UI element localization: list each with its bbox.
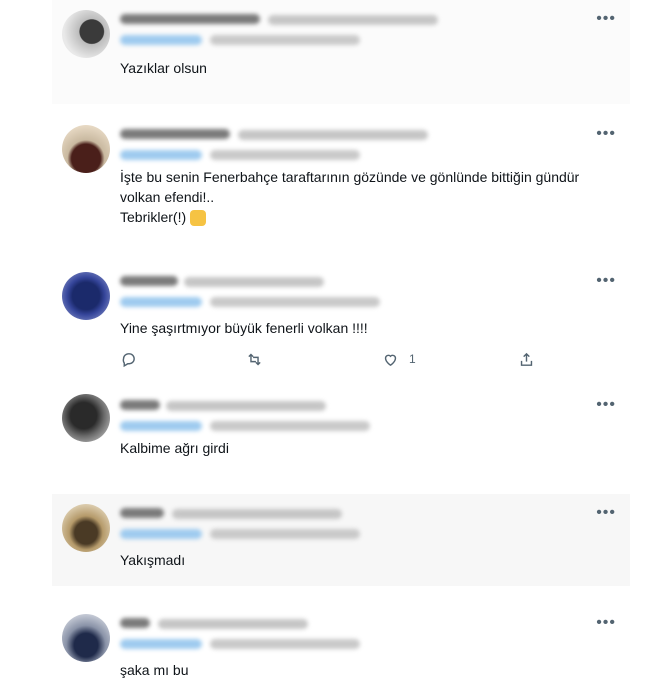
more-icon[interactable]: ••• — [596, 614, 616, 632]
more-icon[interactable]: ••• — [596, 125, 616, 143]
tweet-text: şaka mı bu — [120, 662, 189, 678]
clapping-hands-icon — [190, 210, 207, 227]
blurred-replying-to — [120, 528, 380, 540]
share-icon[interactable] — [518, 350, 535, 368]
blurred-replying-to — [120, 420, 380, 432]
reply-tweet[interactable]: ••• şaka mı bu — [52, 604, 630, 693]
avatar[interactable] — [62, 10, 110, 58]
tweet-text: Yine şaşırtmıyor büyük fenerli volkan !!… — [120, 320, 368, 336]
blurred-replying-to — [120, 296, 380, 308]
like-icon[interactable]: 1 — [382, 350, 416, 368]
avatar[interactable] — [62, 504, 110, 552]
avatar[interactable] — [62, 614, 110, 662]
blurred-replying-to — [120, 34, 380, 46]
more-icon[interactable]: ••• — [596, 272, 616, 290]
avatar[interactable] — [62, 125, 110, 173]
tweet-actions: 1 — [120, 350, 540, 370]
tweet-text: Yazıklar olsun — [120, 60, 207, 76]
blurred-user-header — [120, 398, 460, 412]
blurred-user-header — [120, 506, 460, 520]
tweet-text: İşte bu senin Fenerbahçe taraftarının gö… — [120, 169, 580, 227]
tweet-text: Kalbime ağrı girdi — [120, 440, 229, 456]
reply-icon[interactable] — [120, 350, 137, 368]
more-icon[interactable]: ••• — [596, 396, 616, 414]
blurred-user-header — [120, 127, 460, 141]
avatar[interactable] — [62, 394, 110, 442]
more-icon[interactable]: ••• — [596, 504, 616, 522]
reply-tweet[interactable]: ••• Yine şaşırtmıyor büyük fenerli volka… — [52, 262, 630, 378]
blurred-replying-to — [120, 149, 380, 161]
retweet-icon[interactable] — [246, 350, 263, 368]
avatar[interactable] — [62, 272, 110, 320]
blurred-user-header — [120, 12, 460, 26]
blurred-replying-to — [120, 638, 380, 650]
like-count: 1 — [409, 352, 416, 367]
tweet-text: Yakışmadı — [120, 552, 186, 568]
reply-tweet[interactable]: ••• Yazıklar olsun — [52, 0, 630, 104]
blurred-user-header — [120, 616, 460, 630]
blurred-user-header — [120, 274, 460, 288]
more-icon[interactable]: ••• — [596, 10, 616, 28]
reply-tweet[interactable]: ••• Kalbime ağrı girdi — [52, 386, 630, 478]
reply-tweet[interactable]: ••• İşte bu senin Fenerbahçe taraftarını… — [52, 115, 630, 251]
reply-tweet[interactable]: ••• Yakışmadı — [52, 494, 630, 586]
